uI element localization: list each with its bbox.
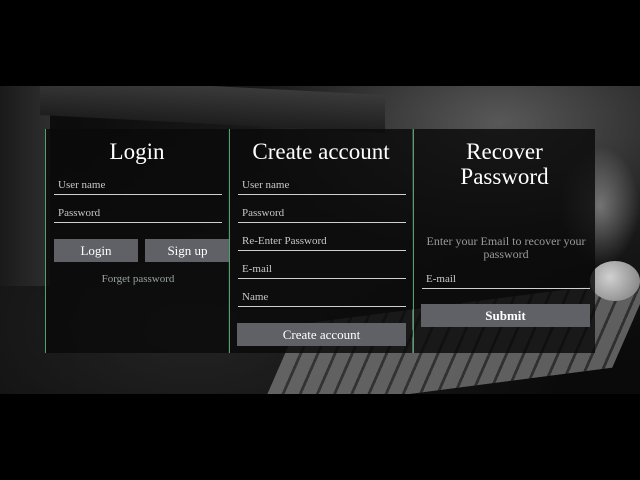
- recover-password-panel: Recover Password Enter your Email to rec…: [413, 129, 595, 353]
- create-username-input[interactable]: [238, 175, 406, 195]
- monitor-shape: [40, 86, 385, 134]
- background-photo: Login Login Sign up Forget password Crea…: [0, 86, 640, 394]
- submit-button[interactable]: Submit: [421, 304, 590, 327]
- login-title: Login: [109, 139, 165, 164]
- recover-title-line2: Password: [460, 164, 549, 189]
- recover-title: Recover Password: [414, 139, 595, 189]
- create-account-title: Create account: [252, 139, 390, 164]
- mouse-shape: [590, 261, 640, 301]
- create-email-input[interactable]: [238, 259, 406, 279]
- create-name-input[interactable]: [238, 287, 406, 307]
- create-account-panel: Create account Create account: [229, 129, 412, 353]
- monitor-side-shape: [0, 86, 50, 286]
- create-account-button[interactable]: Create account: [237, 323, 406, 346]
- login-username-input[interactable]: [54, 175, 222, 195]
- login-button[interactable]: Login: [54, 239, 138, 262]
- login-panel: Login Login Sign up Forget password: [45, 129, 230, 353]
- forget-password-link[interactable]: Forget password: [54, 273, 222, 285]
- recover-info-text: Enter your Email to recover your passwor…: [426, 234, 586, 261]
- create-password-input[interactable]: [238, 203, 406, 223]
- login-password-input[interactable]: [54, 203, 222, 223]
- signup-button[interactable]: Sign up: [145, 239, 230, 262]
- create-reenter-password-input[interactable]: [238, 231, 406, 251]
- recover-email-input[interactable]: [422, 269, 590, 289]
- recover-title-line1: Recover: [466, 139, 543, 164]
